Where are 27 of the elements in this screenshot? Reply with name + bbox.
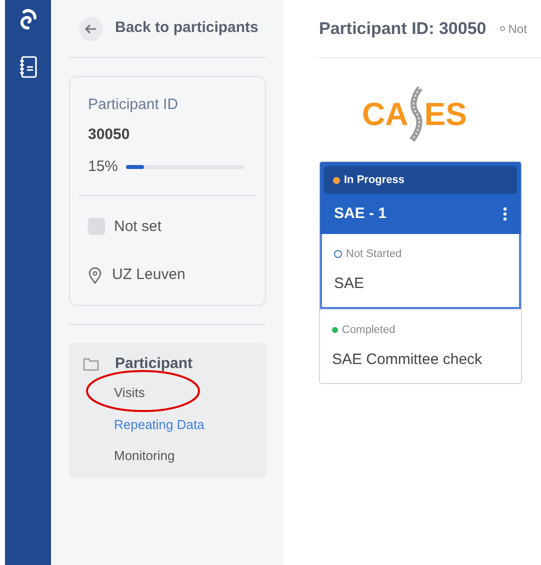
checkbox[interactable] bbox=[88, 218, 105, 236]
participant-id-label: Participant ID bbox=[88, 95, 180, 115]
more-icon[interactable] bbox=[503, 207, 507, 221]
progress-reading: 15% bbox=[88, 157, 118, 177]
form-status: Completed bbox=[342, 323, 396, 338]
form-status: Not Started bbox=[346, 247, 402, 262]
folder-icon bbox=[83, 356, 99, 371]
app-logo-icon[interactable] bbox=[18, 8, 38, 30]
form-name: SAE Committee check bbox=[332, 350, 484, 370]
form-row[interactable]: Not Started SAE bbox=[320, 234, 521, 309]
location-pin-icon bbox=[88, 266, 102, 284]
nav-item[interactable]: Monitoring bbox=[114, 446, 252, 466]
notebook-icon[interactable] bbox=[19, 56, 37, 78]
page-title: Participant ID: 30050 bbox=[319, 18, 486, 40]
form-name: SAE bbox=[334, 274, 366, 294]
cases-logo: CA ES bbox=[319, 58, 541, 148]
status-label: Not set bbox=[114, 216, 162, 236]
nav-section-title: Participant bbox=[115, 354, 193, 374]
participant-id-value: 30050 bbox=[88, 124, 131, 144]
visit-status: In Progress bbox=[344, 172, 405, 188]
visit-title: SAE - 1 bbox=[334, 204, 387, 224]
status-label: Not bbox=[508, 20, 527, 38]
form-row[interactable]: Completed SAE Committee check bbox=[320, 309, 521, 383]
back-link[interactable]: Back to participants bbox=[115, 17, 258, 40]
nav-item[interactable]: Visits bbox=[114, 383, 252, 402]
nav-item[interactable]: Repeating Data bbox=[114, 414, 252, 434]
site-name: UZ Leuven bbox=[112, 265, 186, 285]
